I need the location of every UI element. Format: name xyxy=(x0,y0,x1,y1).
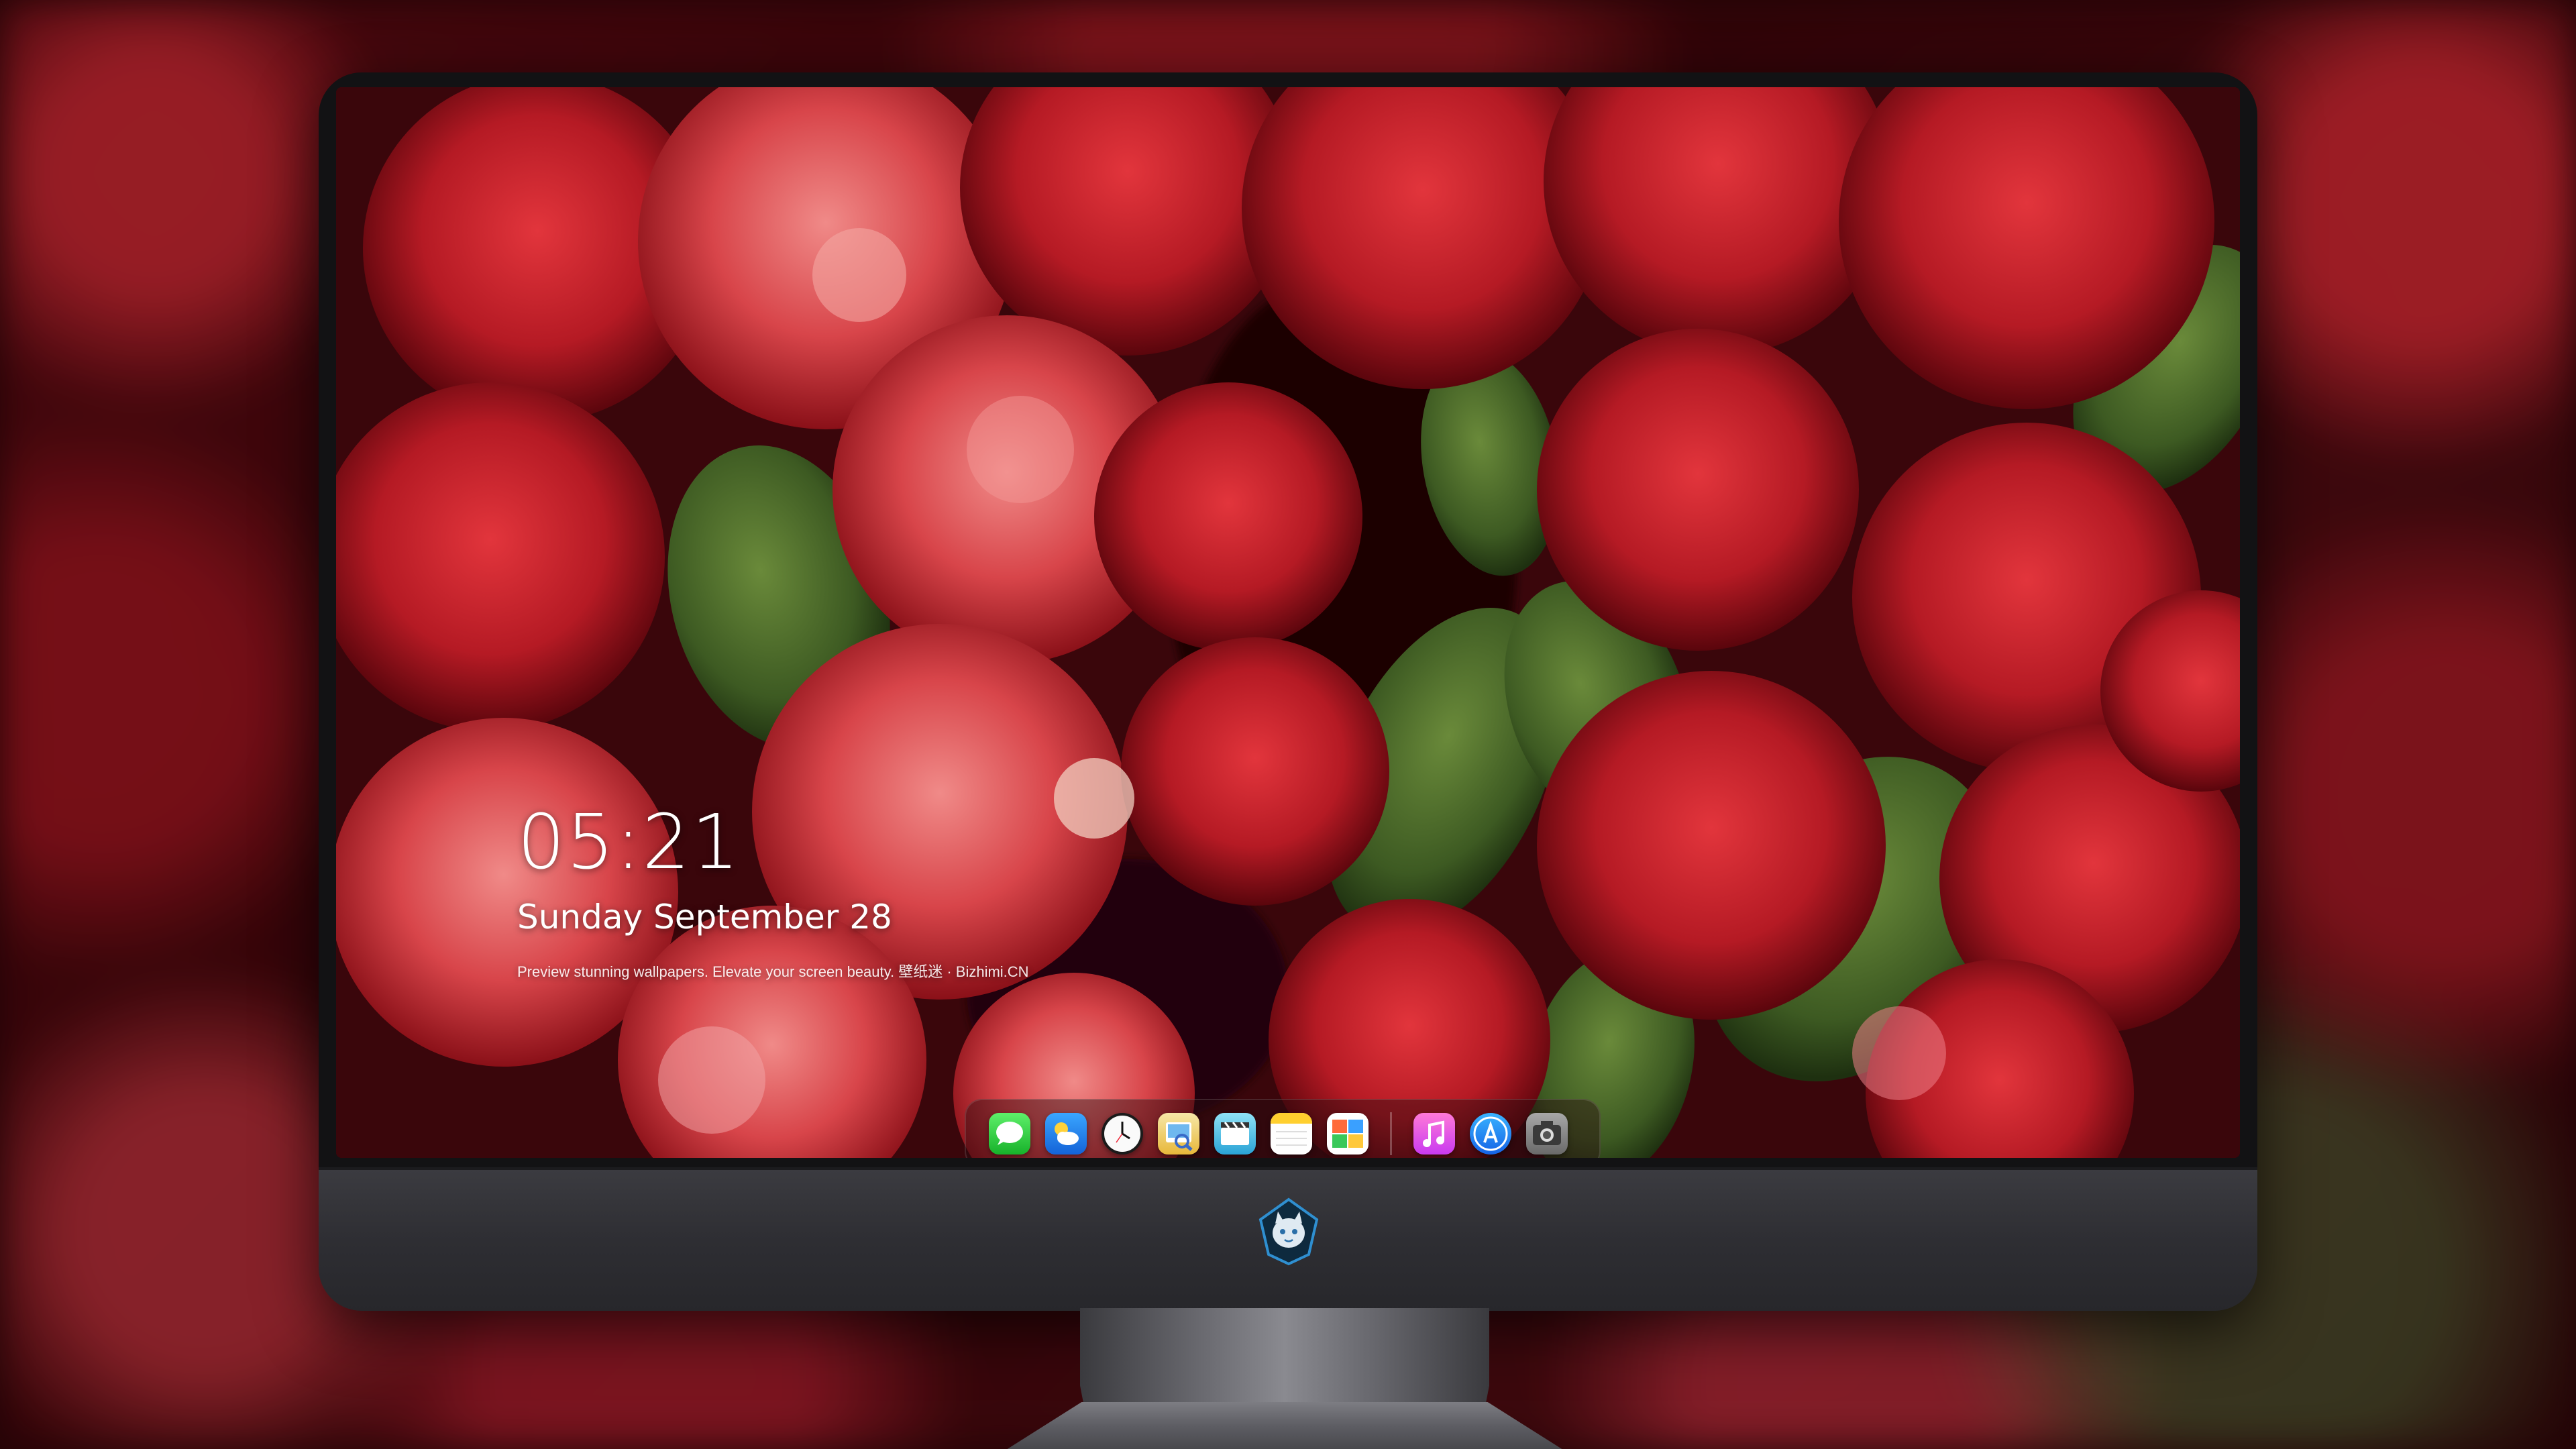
imac-monitor: 05:21 Sunday September 28 Preview stunni… xyxy=(319,72,2257,1311)
lock-screen-time: 05:21 xyxy=(517,799,741,886)
dock xyxy=(965,1099,1601,1158)
clock-app-icon[interactable] xyxy=(1102,1113,1143,1155)
messages-app-icon[interactable] xyxy=(989,1113,1030,1155)
wallpaper-credit: Preview stunning wallpapers. Elevate you… xyxy=(517,963,1029,980)
video-app-icon[interactable] xyxy=(1214,1113,1256,1155)
lock-screen-info: 05:21 Sunday September 28 Preview stunni… xyxy=(517,805,1456,979)
desktop-scene: 05:21 Sunday September 28 Preview stunni… xyxy=(0,0,2576,1449)
weather-app-icon[interactable] xyxy=(1045,1113,1087,1155)
monitor-chin xyxy=(319,1167,2257,1311)
music-app-icon[interactable] xyxy=(1413,1113,1455,1155)
dock-separator xyxy=(1390,1112,1392,1155)
mascot-logo-icon xyxy=(1258,1197,1319,1266)
app-store-app-icon[interactable] xyxy=(1470,1113,1511,1155)
notes-app-icon[interactable] xyxy=(1271,1113,1312,1155)
camera-app-icon[interactable] xyxy=(1526,1113,1568,1155)
bougainvillea-wallpaper xyxy=(336,87,2240,1158)
photo-booth-app-icon[interactable] xyxy=(1327,1113,1368,1155)
monitor-screen: 05:21 Sunday September 28 Preview stunni… xyxy=(336,87,2240,1158)
lock-screen-date: Sunday September 28 xyxy=(517,898,892,936)
monitor-stand-base xyxy=(986,1402,1583,1449)
preview-app-icon[interactable] xyxy=(1158,1113,1199,1155)
